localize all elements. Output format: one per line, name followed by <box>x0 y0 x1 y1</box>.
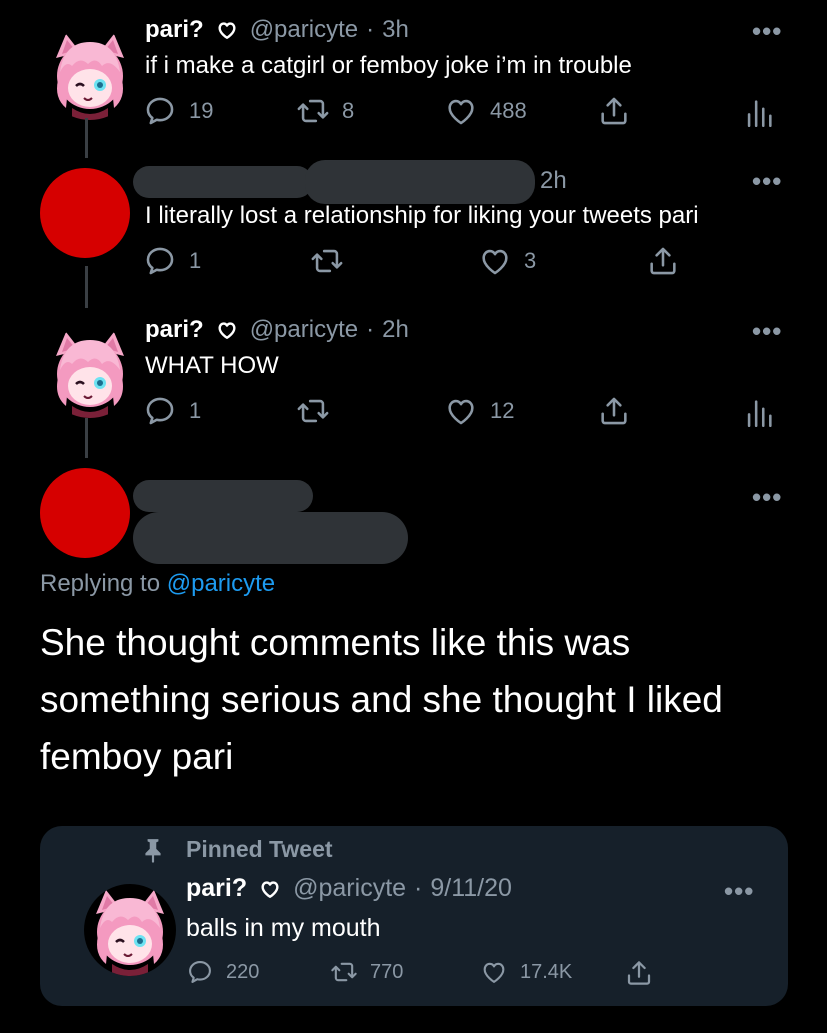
retweet-count: 8 <box>342 98 355 123</box>
heart-badge-icon <box>259 878 281 900</box>
analytics-icon <box>742 96 776 130</box>
analytics-button[interactable] <box>742 396 788 430</box>
retweet-icon <box>310 244 344 278</box>
analytics-icon <box>742 396 776 430</box>
like-button[interactable]: 488 <box>444 94 527 128</box>
redacted-name <box>133 166 313 198</box>
like-button[interactable]: 17.4K <box>480 958 572 986</box>
like-count: 17.4K <box>520 960 573 983</box>
heart-icon <box>478 244 512 278</box>
redacted-handle <box>305 160 535 204</box>
reply-icon <box>143 394 177 428</box>
retweet-button[interactable]: 8 <box>296 94 354 128</box>
reply-button[interactable]: 1 <box>143 244 201 278</box>
display-name[interactable]: pari? <box>145 316 204 344</box>
retweet-button[interactable] <box>296 394 342 428</box>
retweet-count: 770 <box>370 960 404 983</box>
tweet-header: pari? @paricyte · 3h <box>145 16 409 44</box>
avatar[interactable] <box>84 884 176 976</box>
reply-icon <box>143 244 177 278</box>
heart-icon <box>444 94 478 128</box>
share-button[interactable] <box>624 958 666 988</box>
thread-line <box>85 118 88 158</box>
share-button[interactable] <box>646 244 692 278</box>
tweet-text: WHAT HOW <box>145 352 279 379</box>
like-count: 488 <box>490 98 527 123</box>
more-icon[interactable]: ••• <box>752 166 782 197</box>
heart-badge-icon <box>216 319 238 341</box>
retweet-button[interactable]: 770 <box>330 958 403 986</box>
retweet-icon <box>330 958 358 986</box>
heart-badge-icon <box>216 19 238 41</box>
avatar[interactable] <box>40 168 130 258</box>
replying-to-label: Replying to <box>40 570 161 597</box>
retweet-icon <box>296 394 330 428</box>
anime-avatar-icon <box>44 326 136 418</box>
avatar[interactable] <box>40 468 130 558</box>
more-icon[interactable]: ••• <box>752 16 782 47</box>
separator: · <box>414 874 423 902</box>
reply-button[interactable]: 1 <box>143 394 201 428</box>
like-button[interactable]: 3 <box>478 244 536 278</box>
reply-button[interactable]: 220 <box>186 958 259 986</box>
timestamp[interactable]: 9/11/20 <box>430 874 512 903</box>
pinned-label: Pinned Tweet <box>186 836 333 862</box>
pinned-label-row: Pinned Tweet <box>140 836 333 863</box>
tweet-text: balls in my mouth <box>186 914 381 942</box>
replying-to: Replying to @paricyte <box>40 570 275 598</box>
like-count: 3 <box>524 248 537 273</box>
separator: · <box>366 316 375 343</box>
timestamp[interactable]: 2h <box>540 167 567 195</box>
display-name[interactable]: pari? <box>186 874 247 903</box>
reply-count: 220 <box>226 960 260 983</box>
share-icon <box>624 958 654 988</box>
display-name[interactable]: pari? <box>145 16 204 44</box>
redacted-handle <box>133 512 408 564</box>
heart-icon <box>480 958 508 986</box>
more-icon[interactable]: ••• <box>724 876 754 907</box>
more-icon[interactable]: ••• <box>752 482 782 513</box>
share-icon <box>597 94 631 128</box>
anime-avatar-icon <box>84 884 176 976</box>
share-icon <box>597 394 631 428</box>
separator: · <box>366 16 375 43</box>
share-icon <box>646 244 680 278</box>
handle[interactable]: @paricyte <box>293 874 406 903</box>
share-button[interactable] <box>597 394 643 428</box>
handle[interactable]: @paricyte <box>250 316 358 344</box>
retweet-button[interactable] <box>310 244 356 278</box>
thread-line <box>85 418 88 458</box>
retweet-icon <box>296 94 330 128</box>
thread-line <box>85 266 88 308</box>
reply-count: 1 <box>189 398 202 423</box>
anime-avatar-icon <box>44 28 136 120</box>
pinned-tweet-card[interactable]: Pinned Tweet pari? @paricyte · 9/11/20 •… <box>40 826 788 1006</box>
pin-icon <box>140 837 166 863</box>
reply-button[interactable]: 19 <box>143 94 213 128</box>
more-icon[interactable]: ••• <box>752 316 782 347</box>
like-button[interactable]: 12 <box>444 394 514 428</box>
replying-to-handle-link[interactable]: @paricyte <box>167 570 275 597</box>
reply-icon <box>143 94 177 128</box>
like-count: 12 <box>490 398 515 423</box>
timestamp[interactable]: 2h <box>382 316 409 344</box>
tweet-text: if i make a catgirl or femboy joke i’m i… <box>145 52 632 79</box>
share-button[interactable] <box>597 94 643 128</box>
reply-count: 19 <box>189 98 214 123</box>
reply-icon <box>186 958 214 986</box>
avatar[interactable] <box>44 28 136 120</box>
tweet-header: pari? @paricyte · 9/11/20 <box>186 874 512 903</box>
heart-icon <box>444 394 478 428</box>
reply-count: 1 <box>189 248 202 273</box>
redacted-name <box>133 480 313 512</box>
avatar[interactable] <box>44 326 136 418</box>
handle[interactable]: @paricyte <box>250 16 358 44</box>
tweet-text: I literally lost a relationship for liki… <box>145 202 699 229</box>
focused-tweet-text: She thought comments like this was somet… <box>40 622 723 777</box>
timestamp[interactable]: 3h <box>382 16 409 44</box>
tweet-header: pari? @paricyte · 2h <box>145 316 409 344</box>
analytics-button[interactable] <box>742 96 788 130</box>
